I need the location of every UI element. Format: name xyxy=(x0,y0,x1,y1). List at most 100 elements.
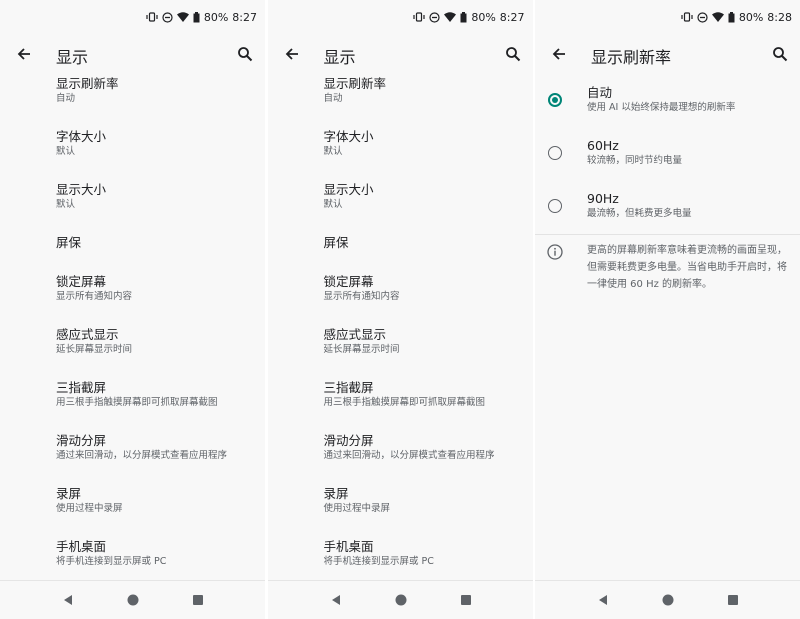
app-bar: 显示 xyxy=(268,34,533,74)
setting-title: 显示刷新率 xyxy=(323,76,387,91)
setting-font-size[interactable]: 字体大小 默认 xyxy=(324,129,525,159)
setting-subtitle: 默认 xyxy=(323,199,343,210)
setting-lock-screen[interactable]: 锁定屏幕 显示所有通知内容 xyxy=(56,274,257,304)
setting-split-screen[interactable]: 滑动分屏通过来回滑动，以分屏模式查看应用程序 xyxy=(324,433,525,463)
battery-icon xyxy=(728,11,735,23)
setting-subtitle: 显示所有通知内容 xyxy=(323,291,400,302)
setting-title: 三指截屏 xyxy=(323,380,374,395)
battery-icon xyxy=(460,11,467,23)
radio-auto[interactable] xyxy=(548,93,562,107)
setting-display-size[interactable]: 显示大小 默认 xyxy=(56,182,257,212)
setting-refresh-rate[interactable]: 显示刷新率 自动 xyxy=(56,76,257,106)
option-auto[interactable]: 自动 使用 AI 以始终保持最理想的刷新率 xyxy=(587,85,792,115)
option-title: 自动 xyxy=(587,85,613,100)
search-icon[interactable] xyxy=(233,42,257,66)
arrow-back-icon[interactable] xyxy=(12,42,36,66)
setting-subtitle: 通过来回滑动，以分屏模式查看应用程序 xyxy=(323,450,495,461)
arrow-back-icon[interactable] xyxy=(280,42,304,66)
info-footer-text: 更高的屏幕刷新率意味着更流畅的画面呈现，但需要耗费更多电量。当省电助手开启时，将… xyxy=(587,245,787,290)
battery-percent: 80% xyxy=(738,10,764,24)
setting-title: 显示刷新率 xyxy=(56,76,119,91)
setting-title: 感应式显示 xyxy=(323,327,387,342)
battery-icon xyxy=(193,11,200,23)
status-bar: 80% 8:27 xyxy=(268,0,533,34)
nav-back-icon[interactable] xyxy=(61,593,75,607)
setting-title: 滑动分屏 xyxy=(323,433,374,448)
setting-screensaver[interactable]: 屏保 xyxy=(324,235,525,251)
setting-title: 录屏 xyxy=(323,486,349,501)
setting-title: 显示大小 xyxy=(323,182,374,197)
option-title: 90Hz xyxy=(587,191,619,206)
dnd-icon xyxy=(429,11,440,23)
setting-title: 手机桌面 xyxy=(323,539,374,554)
nav-back-icon[interactable] xyxy=(596,593,610,607)
option-60hz[interactable]: 60Hz 较流畅，同时节约电量 xyxy=(587,138,792,168)
setting-title: 三指截屏 xyxy=(56,380,107,395)
setting-title: 屏保 xyxy=(323,235,349,250)
page-title: 显示 xyxy=(56,48,89,67)
option-subtitle: 较流畅，同时节约电量 xyxy=(587,155,683,166)
clock: 8:27 xyxy=(232,10,257,24)
setting-screen-record[interactable]: 录屏 使用过程中录屏 xyxy=(56,486,257,516)
nav-bar xyxy=(267,580,533,619)
setting-three-finger-screenshot[interactable]: 三指截屏用三根手指触摸屏幕即可抓取屏幕截图 xyxy=(324,380,525,410)
setting-ambient-display[interactable]: 感应式显示延长屏幕显示时间 xyxy=(56,327,257,357)
setting-subtitle: 自动 xyxy=(323,93,343,104)
setting-subtitle: 用三根手指触摸屏幕即可抓取屏幕截图 xyxy=(323,397,486,408)
setting-title: 字体大小 xyxy=(56,129,107,144)
nav-recents-icon[interactable] xyxy=(726,593,740,607)
setting-subtitle: 通过来回滑动，以分屏模式查看应用程序 xyxy=(56,450,228,461)
wifi-icon xyxy=(711,12,724,22)
setting-three-finger-screenshot[interactable]: 三指截屏用三根手指触摸屏幕即可抓取屏幕截图 xyxy=(56,380,257,410)
battery-percent: 80% xyxy=(203,10,229,24)
dnd-icon xyxy=(162,11,173,23)
setting-subtitle: 延长屏幕显示时间 xyxy=(56,344,133,355)
phone-screen-refresh-rate: 80% 8:28 显示刷新率 自动 使用 AI 以始终保持最理想的刷新率 60H… xyxy=(535,0,800,619)
setting-split-screen[interactable]: 滑动分屏 通过来回滑动，以分屏模式查看应用程序 xyxy=(56,433,257,463)
setting-refresh-rate[interactable]: 显示刷新率 自动 xyxy=(324,76,525,106)
nav-home-icon[interactable] xyxy=(661,593,675,607)
setting-subtitle: 将手机连接到显示屏或 PC xyxy=(323,556,434,567)
nav-home-icon[interactable] xyxy=(394,593,408,607)
vibrate-icon xyxy=(413,12,425,22)
battery-percent: 80% xyxy=(471,10,496,24)
option-title: 60Hz xyxy=(587,138,619,153)
setting-subtitle: 用三根手指触摸屏幕即可抓取屏幕截图 xyxy=(56,397,218,408)
page-title: 显示 xyxy=(323,48,356,67)
setting-ambient-display[interactable]: 感应式显示 延长屏幕显示时间 xyxy=(324,327,525,357)
info-icon xyxy=(547,244,563,260)
page-title: 显示刷新率 xyxy=(591,48,672,67)
setting-lock-screen[interactable]: 锁定屏幕 显示所有通知内容 xyxy=(324,274,525,304)
setting-font-size[interactable]: 字体大小 默认 xyxy=(56,129,257,159)
nav-recents-icon[interactable] xyxy=(191,593,205,607)
setting-title: 锁定屏幕 xyxy=(56,274,107,289)
status-bar: 80% 8:28 xyxy=(535,0,800,34)
option-90hz[interactable]: 90Hz 最流畅，但耗费更多电量 xyxy=(587,191,792,221)
radio-60hz[interactable] xyxy=(548,146,562,160)
clock: 8:27 xyxy=(499,10,525,24)
setting-title: 手机桌面 xyxy=(56,539,107,554)
option-subtitle: 最流畅，但耗费更多电量 xyxy=(587,208,692,219)
setting-display-size[interactable]: 显示大小 默认 xyxy=(324,182,525,212)
nav-back-icon[interactable] xyxy=(329,593,343,607)
setting-screen-record[interactable]: 录屏 使用过程中录屏 xyxy=(324,486,525,516)
arrow-back-icon[interactable] xyxy=(547,42,571,66)
radio-90hz[interactable] xyxy=(548,199,562,213)
search-icon[interactable] xyxy=(768,42,792,66)
wifi-icon xyxy=(444,12,457,22)
option-subtitle: 使用 AI 以始终保持最理想的刷新率 xyxy=(587,102,736,113)
setting-desktop-mode[interactable]: 手机桌面 将手机连接到显示屏或 PC xyxy=(56,539,257,569)
setting-title: 感应式显示 xyxy=(56,327,119,342)
nav-bar xyxy=(0,580,265,619)
setting-desktop-mode[interactable]: 手机桌面将手机连接到显示屏或 PC xyxy=(324,539,525,569)
nav-bar xyxy=(535,580,800,619)
vibrate-icon xyxy=(681,12,693,22)
nav-home-icon[interactable] xyxy=(126,593,140,607)
phone-screen-display-2: 80% 8:27 显示 显示刷新率自动 字体大小 默认 显示大小默认 屏保 锁定屏… xyxy=(267,0,533,619)
nav-recents-icon[interactable] xyxy=(459,593,473,607)
setting-screensaver[interactable]: 屏保 xyxy=(56,235,257,251)
setting-title: 屏保 xyxy=(56,235,82,250)
clock: 8:28 xyxy=(767,10,792,24)
search-icon[interactable] xyxy=(501,42,525,66)
divider xyxy=(535,234,800,235)
